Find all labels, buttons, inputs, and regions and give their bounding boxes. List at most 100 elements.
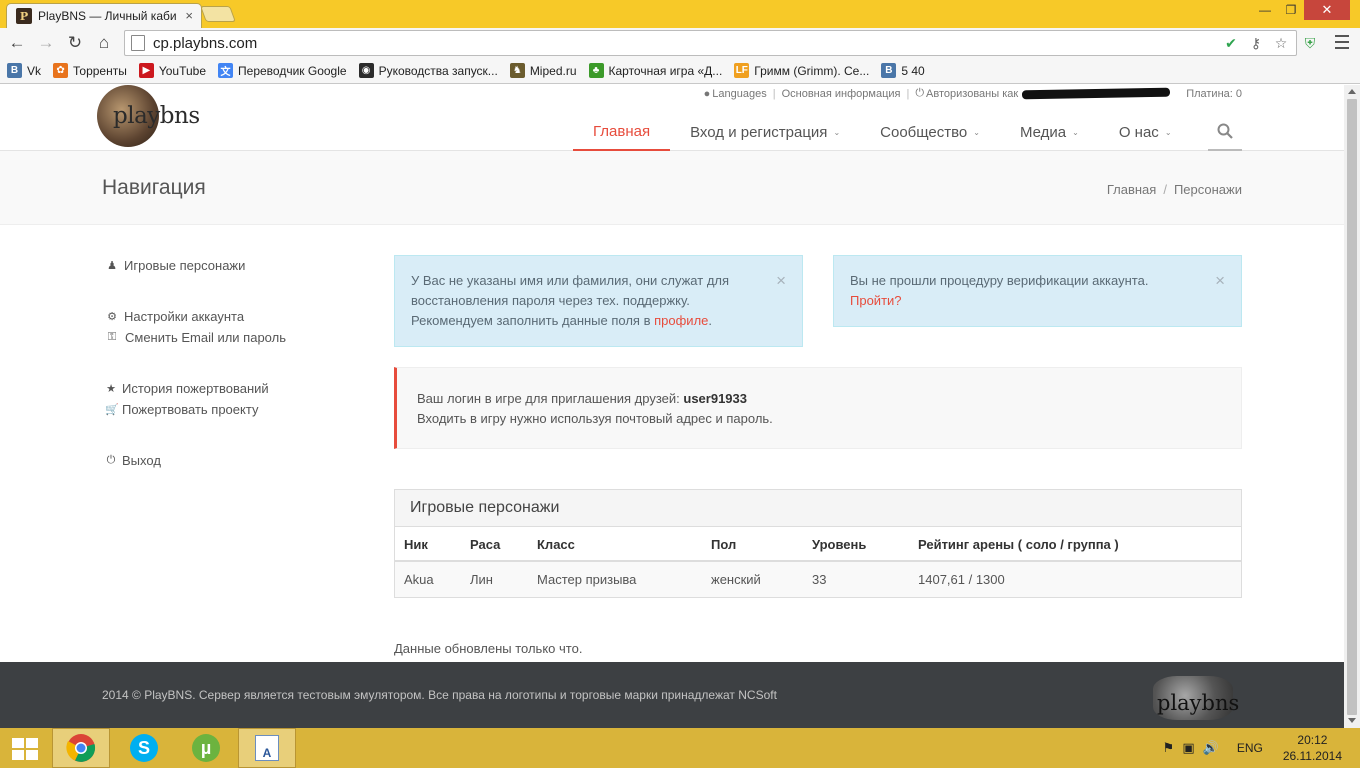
column-header: Класс [537, 537, 575, 552]
check-icon[interactable]: ✔ [1222, 34, 1240, 52]
scrollbar-thumb[interactable] [1347, 99, 1357, 715]
url-text[interactable]: cp.playbns.com [153, 35, 257, 52]
sidebar-item-logout[interactable]: ⏻ Выход [105, 450, 161, 471]
cell-level: 33 [812, 572, 827, 587]
breadcrumb-home[interactable]: Главная [1107, 182, 1156, 197]
nav-item[interactable]: Сообщество ⌄ [860, 113, 1000, 151]
search-icon[interactable] [1208, 113, 1242, 151]
bookmark-item[interactable]: ✿ Торренты [53, 63, 127, 78]
new-tab-button[interactable] [200, 6, 236, 22]
system-tray: ⚑ ▣ 🔊 ENG 20:12 26.11.2014 [1159, 728, 1360, 768]
chrome-taskbar-icon[interactable] [52, 728, 110, 768]
game-login: user91933 [683, 391, 747, 406]
language-indicator[interactable]: ENG [1237, 741, 1263, 755]
footer-copyright: 2014 © PlayBNS. Сервер является тестовым… [102, 688, 777, 702]
sidebar-item-change-credentials[interactable]: ⚿ Сменить Email или пароль [105, 327, 286, 348]
network-icon[interactable]: ▣ [1182, 740, 1194, 756]
bookmark-label: 5 40 [901, 63, 925, 78]
browser-tab[interactable]: P PlayBNS — Личный каби × [6, 3, 202, 28]
gears-icon: ⚙ [107, 311, 117, 323]
close-icon[interactable]: × [1215, 271, 1225, 291]
nav-item[interactable]: Медиа ⌄ [1000, 113, 1099, 151]
main-nav: Главная Вход и регистрация ⌄ Сообщество ⌄ Мед… [573, 113, 1192, 151]
bookmark-item[interactable]: ◉ Руководства запуск... [358, 63, 498, 78]
miped-icon: ♞ [509, 63, 525, 78]
site-logo[interactable]: playbns [97, 85, 200, 147]
page-scrollbar[interactable] [1344, 85, 1360, 728]
globe-icon: ● [703, 87, 711, 100]
login-info-callout: Ваш логин в игре для приглашения друзей:… [394, 367, 1242, 449]
bookmark-item[interactable]: ♣ Карточная игра «Д... [588, 63, 722, 78]
browser-toolbar: ← → ↻ ⌂ cp.playbns.com ✔ ⚷ ☆ ⛨ [0, 28, 1360, 58]
vk-icon: B [7, 63, 22, 78]
scroll-down-icon[interactable] [1348, 718, 1356, 723]
bookmark-label: Гримм (Grimm). Се... [754, 63, 870, 78]
chevron-down-icon: ⌄ [833, 127, 841, 137]
window-close-icon[interactable]: ✕ [1304, 0, 1350, 20]
sidebar-item-donation-history[interactable]: ★ История пожертвований [105, 378, 269, 399]
bookmark-label: Торренты [73, 63, 127, 78]
sidebar-item-characters[interactable]: ♟ Игровые персонажи [105, 255, 245, 276]
windows-start-icon[interactable] [12, 738, 38, 760]
top-info-bar: ● Languages | Основная информация | ⏻ Ав… [703, 87, 1242, 100]
bookmark-item[interactable]: LF Гримм (Grimm). Се... [734, 63, 869, 78]
scroll-up-icon[interactable] [1348, 89, 1356, 94]
document-taskbar-icon[interactable]: A [238, 728, 296, 768]
cardgame-icon: ♣ [588, 63, 604, 78]
reload-icon[interactable]: ↻ [64, 32, 86, 54]
sidebar-group-account: ⚙ Настройки аккаунта ⚿ Сменить Email или… [105, 306, 286, 348]
bookmark-label: YouTube [158, 63, 207, 78]
nav-item[interactable]: О нас ⌄ [1099, 113, 1192, 151]
breadcrumb-separator: / [1163, 182, 1167, 197]
sidebar-item-label: Пожертвовать проекту [122, 402, 259, 417]
home-icon[interactable]: ⌂ [93, 32, 115, 54]
nav-item[interactable]: Вход и регистрация ⌄ [670, 113, 860, 151]
basic-info-link[interactable]: Основная информация [782, 88, 901, 100]
back-arrow-icon[interactable]: ← [6, 32, 28, 54]
bookmark-item[interactable]: B 5 40 [881, 63, 925, 78]
bookmark-star-icon[interactable]: ☆ [1272, 34, 1290, 52]
browser-menu-icon[interactable] [1332, 33, 1352, 51]
alert-verification: Вы не прошли процедуру верификации аккау… [833, 255, 1242, 327]
address-bar[interactable]: cp.playbns.com ✔ ⚷ ☆ [124, 30, 1297, 56]
nav-item[interactable]: Главная [573, 113, 671, 151]
flag-icon[interactable]: ⚑ [1163, 740, 1175, 756]
unlock-icon: ⚿ [107, 331, 117, 343]
table-row[interactable]: Akua Лин Мастер призыва женский 33 1407,… [395, 562, 1241, 597]
sidebar-item-donate[interactable]: 🛒 Пожертвовать проекту [105, 399, 269, 420]
clock-time: 20:12 [1297, 733, 1328, 747]
power-icon: ⏻ [915, 87, 925, 99]
tab-close-icon[interactable]: × [185, 8, 193, 23]
bookmark-label: Miped.ru [529, 63, 577, 78]
utorrent-taskbar-icon[interactable]: µ [177, 728, 235, 768]
key-icon[interactable]: ⚷ [1247, 34, 1265, 52]
skype-taskbar-icon[interactable]: S [115, 728, 173, 768]
bookmark-item[interactable]: 文 Переводчик Google [218, 63, 347, 78]
forward-arrow-icon[interactable]: → [35, 32, 57, 54]
clock[interactable]: 20:12 26.11.2014 [1283, 732, 1342, 764]
volume-icon[interactable]: 🔊 [1203, 740, 1219, 756]
clock-date: 26.11.2014 [1282, 749, 1342, 763]
breadcrumb-band: Навигация Главная / Персонажи [0, 151, 1344, 225]
nav-item-label: О нас [1118, 123, 1159, 141]
verify-link[interactable]: Пройти? [850, 291, 1201, 311]
column-header: Пол [711, 537, 737, 552]
minimize-icon[interactable]: — [1252, 0, 1278, 20]
authorized-as-text: Авторизованы как [926, 87, 1019, 100]
sidebar-item-account-settings[interactable]: ⚙ Настройки аккаунта [105, 306, 286, 327]
column-header: Уровень [812, 537, 867, 552]
bookmark-item[interactable]: B Vk [7, 63, 41, 78]
languages-link[interactable]: Languages [712, 88, 766, 100]
close-icon[interactable]: × [776, 271, 786, 291]
youtube-icon: ▶ [138, 63, 154, 78]
sidebar-item-label: Выход [122, 453, 161, 468]
profile-link[interactable]: профиле [654, 313, 708, 328]
bookmark-item[interactable]: ♞ Miped.ru [509, 63, 577, 78]
footer-logo[interactable]: playbns [1153, 676, 1243, 720]
restore-icon[interactable]: ❐ [1278, 0, 1304, 20]
bookmark-label: Vk [27, 63, 42, 78]
shield-icon[interactable]: ⛨ [1301, 34, 1319, 52]
tab-title: PlayBNS — Личный каби [38, 9, 177, 23]
bookmark-item[interactable]: ▶ YouTube [138, 63, 207, 78]
cell-gender: женский [711, 572, 761, 587]
